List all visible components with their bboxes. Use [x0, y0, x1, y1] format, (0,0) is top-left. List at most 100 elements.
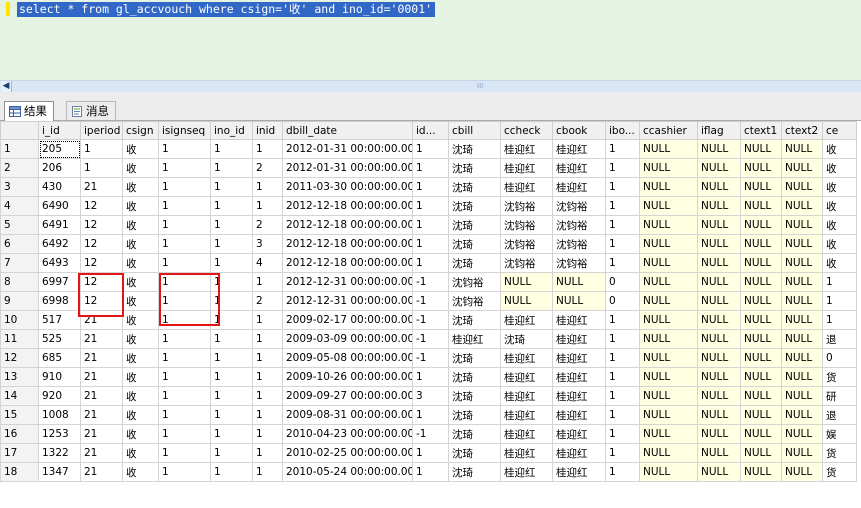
table-cell[interactable]: 1008	[38, 405, 81, 425]
table-cell[interactable]: 0	[605, 291, 640, 311]
column-header[interactable]: isignseq	[158, 121, 211, 140]
table-cell[interactable]: NULL	[697, 177, 741, 197]
table-cell[interactable]: 收	[822, 177, 857, 197]
table-cell[interactable]: 桂迎红	[552, 443, 606, 463]
table-cell[interactable]: NULL	[740, 139, 782, 159]
table-cell[interactable]: 桂迎红	[552, 329, 606, 349]
table-cell[interactable]: 21	[80, 348, 123, 368]
row-number[interactable]: 7	[0, 253, 39, 273]
table-cell[interactable]: NULL	[639, 158, 698, 178]
table-cell[interactable]: 沈琦	[448, 310, 501, 330]
table-cell[interactable]: 桂迎红	[500, 405, 553, 425]
table-cell[interactable]: 沈琦	[448, 158, 501, 178]
table-cell[interactable]: NULL	[781, 310, 823, 330]
table-cell[interactable]: NULL	[781, 158, 823, 178]
table-cell[interactable]: 12	[80, 253, 123, 273]
table-cell[interactable]: 6997	[38, 272, 81, 292]
table-cell[interactable]: 退	[822, 329, 857, 349]
table-cell[interactable]: NULL	[639, 253, 698, 273]
table-cell[interactable]: 1	[412, 215, 449, 235]
table-cell[interactable]: NULL	[697, 196, 741, 216]
table-cell[interactable]: 1	[158, 177, 211, 197]
table-cell[interactable]: 1	[210, 462, 253, 482]
table-cell[interactable]: 525	[38, 329, 81, 349]
table-cell[interactable]: 12	[80, 291, 123, 311]
table-cell[interactable]: NULL	[740, 443, 782, 463]
table-cell[interactable]: NULL	[639, 424, 698, 444]
table-cell[interactable]: 收	[122, 215, 159, 235]
table-cell[interactable]: NULL	[740, 291, 782, 311]
table-cell[interactable]: 1	[210, 291, 253, 311]
table-cell[interactable]: 收	[122, 424, 159, 444]
table-cell[interactable]: 娱	[822, 424, 857, 444]
table-cell[interactable]: 沈琦	[500, 329, 553, 349]
table-cell[interactable]: NULL	[781, 424, 823, 444]
table-cell[interactable]: 1	[158, 253, 211, 273]
table-cell[interactable]: 沈琦	[448, 253, 501, 273]
table-cell[interactable]: NULL	[639, 443, 698, 463]
table-cell[interactable]: 21	[80, 462, 123, 482]
table-cell[interactable]: 收	[122, 158, 159, 178]
table-cell[interactable]: NULL	[697, 462, 741, 482]
row-number[interactable]: 5	[0, 215, 39, 235]
table-cell[interactable]: NULL	[552, 291, 606, 311]
table-cell[interactable]: 1	[252, 177, 283, 197]
table-cell[interactable]: 桂迎红	[500, 367, 553, 387]
table-cell[interactable]: 桂迎红	[552, 348, 606, 368]
row-number[interactable]: 9	[0, 291, 39, 311]
row-number[interactable]: 10	[0, 310, 39, 330]
column-header[interactable]: iflag	[697, 121, 741, 140]
table-cell[interactable]: 收	[122, 291, 159, 311]
table-cell[interactable]: 1	[158, 139, 211, 159]
table-cell[interactable]: NULL	[740, 367, 782, 387]
table-cell[interactable]: 2009-05-08 00:00:00.000	[282, 348, 413, 368]
table-cell[interactable]: NULL	[697, 234, 741, 254]
table-cell[interactable]: 1	[605, 348, 640, 368]
table-cell[interactable]: 1	[252, 424, 283, 444]
table-cell[interactable]: NULL	[781, 405, 823, 425]
table-cell[interactable]: NULL	[639, 291, 698, 311]
table-cell[interactable]: 0	[605, 272, 640, 292]
results-grid[interactable]: i_id iperiod csign isignseq ino_id inid dbill_…	[0, 121, 861, 482]
table-cell[interactable]: 收	[822, 215, 857, 235]
table-cell[interactable]: 1	[252, 139, 283, 159]
table-cell[interactable]: 桂迎红	[552, 386, 606, 406]
table-cell[interactable]: 收	[122, 234, 159, 254]
table-cell[interactable]: NULL	[740, 462, 782, 482]
table-cell[interactable]: 1	[158, 462, 211, 482]
table-cell[interactable]: NULL	[781, 139, 823, 159]
table-cell[interactable]: 桂迎红	[552, 462, 606, 482]
row-number[interactable]: 2	[0, 158, 39, 178]
table-cell[interactable]: 1	[605, 462, 640, 482]
column-header[interactable]: cbill	[448, 121, 501, 140]
table-cell[interactable]: 910	[38, 367, 81, 387]
table-cell[interactable]: NULL	[740, 424, 782, 444]
table-cell[interactable]: NULL	[740, 234, 782, 254]
table-cell[interactable]: NULL	[740, 272, 782, 292]
table-cell[interactable]: NULL	[740, 158, 782, 178]
column-header[interactable]: ccheck	[500, 121, 553, 140]
table-cell[interactable]: 920	[38, 386, 81, 406]
corner-cell[interactable]	[0, 121, 39, 140]
table-cell[interactable]: 桂迎红	[500, 139, 553, 159]
table-cell[interactable]: NULL	[781, 215, 823, 235]
table-cell[interactable]: 2012-01-31 00:00:00.000	[282, 158, 413, 178]
table-cell[interactable]: 1	[210, 405, 253, 425]
table-cell[interactable]: 1	[605, 443, 640, 463]
table-cell[interactable]: NULL	[740, 215, 782, 235]
table-cell[interactable]: 517	[38, 310, 81, 330]
table-cell[interactable]: NULL	[781, 386, 823, 406]
table-cell[interactable]: 12	[80, 215, 123, 235]
table-cell[interactable]: 2012-01-31 00:00:00.000	[282, 139, 413, 159]
table-cell[interactable]: 沈钧裕	[500, 253, 553, 273]
table-cell[interactable]: NULL	[781, 348, 823, 368]
table-cell[interactable]: 206	[38, 158, 81, 178]
table-cell[interactable]: 收	[822, 158, 857, 178]
table-cell[interactable]: 沈琦	[448, 462, 501, 482]
table-cell[interactable]: -1	[412, 329, 449, 349]
table-cell[interactable]: 1	[412, 139, 449, 159]
table-cell[interactable]: 2012-12-31 00:00:00.000	[282, 272, 413, 292]
table-cell[interactable]: 桂迎红	[552, 310, 606, 330]
table-cell[interactable]: 1	[210, 348, 253, 368]
table-cell[interactable]: 1	[252, 367, 283, 387]
